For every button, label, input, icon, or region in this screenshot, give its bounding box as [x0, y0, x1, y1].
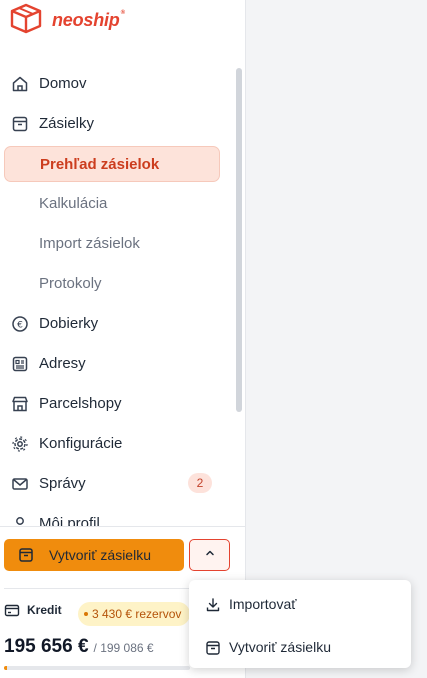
credit-header: Kredit: [4, 602, 62, 618]
dropdown-item-import[interactable]: Importovať: [189, 584, 411, 624]
dropdown-item-create-shipment[interactable]: Vytvoriť zásielku: [189, 627, 411, 667]
sidebar-item-adresy[interactable]: Adresy: [0, 345, 236, 381]
sidebar-item-label: Kalkulácia: [39, 194, 108, 212]
sidebar-divider: [0, 526, 246, 527]
mail-icon: [10, 474, 30, 494]
sidebar-item-label: Dobierky: [39, 314, 99, 332]
sidebar-item-zasielky[interactable]: Zásielky: [0, 105, 236, 141]
sidebar-item-label: Parcelshopy: [39, 394, 122, 412]
credit-progress-bar: [4, 666, 190, 670]
sidebar-item-spravy[interactable]: Správy 2: [0, 465, 236, 501]
sidebar-item-label: Konfigurácie: [39, 434, 123, 452]
create-options-toggle-button[interactable]: [189, 539, 230, 571]
create-shipment-button[interactable]: Vytvoriť zásielku: [4, 539, 184, 571]
dot-icon: [84, 612, 88, 616]
package-logo-icon: [8, 2, 48, 39]
reserved-credit-badge: 3 430 € rezervov: [78, 602, 190, 626]
dropdown-item-label: Importovať: [229, 596, 297, 612]
store-icon: [10, 394, 30, 414]
credit-amount: 195 656 €: [4, 636, 89, 657]
sidebar-item-konfiguracie[interactable]: Konfigurácie: [0, 425, 236, 461]
credit-total: / 199 086 €: [93, 641, 154, 655]
sidebar-item-label: Protokoly: [39, 274, 102, 292]
credit-amounts: 195 656 € / 199 086 €: [4, 636, 154, 658]
sidebar-item-moj-profil[interactable]: Môj profil: [0, 505, 236, 526]
credit-label: Kredit: [27, 603, 62, 617]
sidebar-item-prehlad-zasielok[interactable]: Prehľad zásielok: [4, 146, 220, 182]
sidebar-item-domov[interactable]: Domov: [0, 65, 236, 101]
unread-count-badge: 2: [188, 473, 212, 493]
home-icon: [10, 74, 30, 94]
sidebar-item-label: Import zásielok: [39, 234, 140, 252]
credit-progress-fill: [4, 666, 8, 670]
sidebar-item-kalkulacia[interactable]: Kalkulácia: [0, 185, 236, 221]
euro-circle-icon: €: [10, 314, 30, 334]
download-icon: [205, 597, 221, 613]
user-icon: [10, 514, 30, 526]
sidebar-item-import-zasielok[interactable]: Import zásielok: [0, 225, 236, 261]
box-icon: [205, 640, 221, 656]
sidebar: neoship® Domov Zásielky Prehľad zásielok…: [0, 0, 246, 678]
sidebar-scrollbar[interactable]: [236, 68, 242, 412]
wallet-icon: [4, 602, 20, 618]
svg-text:€: €: [17, 321, 23, 331]
sidebar-item-label: Môj profil: [39, 514, 100, 527]
gear-icon: [10, 434, 30, 454]
sidebar-item-label: Prehľad zásielok: [40, 155, 160, 173]
sidebar-item-dobierky[interactable]: € Dobierky: [0, 305, 236, 341]
box-icon: [18, 547, 34, 563]
dropdown-item-label: Vytvoriť zásielku: [229, 639, 331, 655]
sidebar-item-parcelshopy[interactable]: Parcelshopy: [0, 385, 236, 421]
sidebar-item-label: Správy: [39, 474, 86, 492]
sidebar-nav: Domov Zásielky Prehľad zásielok Kalkulác…: [0, 64, 236, 526]
chevron-up-icon: [204, 546, 216, 564]
create-shipment-label: Vytvoriť zásielku: [49, 547, 151, 563]
address-book-icon: [10, 354, 30, 374]
sidebar-item-protokoly[interactable]: Protokoly: [0, 265, 236, 301]
sidebar-item-label: Adresy: [39, 354, 86, 372]
credit-divider: [4, 588, 190, 589]
create-options-dropdown: Importovať Vytvoriť zásielku: [189, 580, 411, 668]
neoship-logo[interactable]: neoship®: [8, 2, 125, 39]
sidebar-item-label: Zásielky: [39, 114, 95, 132]
sidebar-item-label: Domov: [39, 74, 87, 92]
box-icon: [10, 114, 30, 134]
reserved-credit-text: 3 430 € rezervov: [92, 607, 182, 621]
logo-text: neoship®: [52, 10, 125, 30]
